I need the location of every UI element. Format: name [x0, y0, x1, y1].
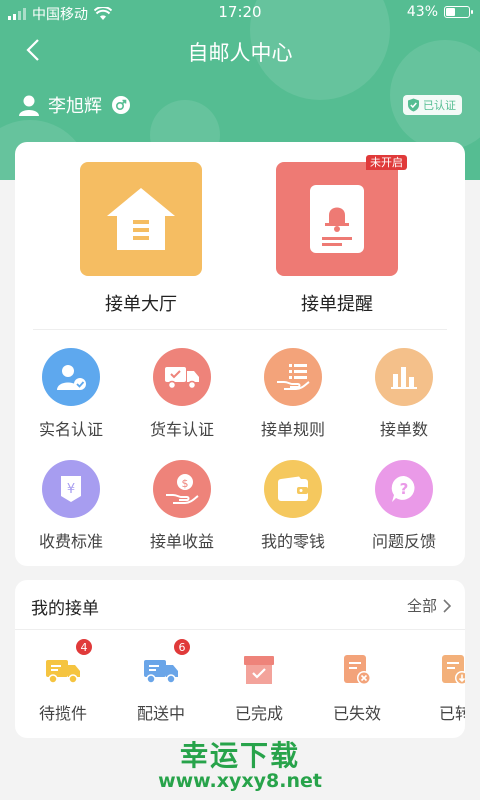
pending-pickup-count: 4: [75, 638, 93, 656]
watermark-title: 幸运下载: [179, 739, 300, 772]
truck-icon: [153, 348, 211, 406]
order-reminder-label: 接单提醒: [301, 294, 373, 315]
chevron-right-icon: [443, 598, 451, 613]
grid-label: 问题反馈: [371, 532, 436, 551]
truck-verify-button[interactable]: 货车认证: [132, 348, 232, 440]
svg-text:¥: ¥: [67, 482, 75, 497]
svg-text:$: $: [182, 477, 189, 490]
bell-document-icon: 未开启: [276, 155, 407, 276]
id-card-icon: [42, 348, 100, 406]
order-status-pending-pickup[interactable]: 4 待揽件: [18, 638, 108, 724]
divider: [33, 329, 447, 330]
real-name-verify-button[interactable]: 实名认证: [21, 348, 121, 440]
view-all-orders-link[interactable]: 全部: [407, 595, 451, 616]
order-status-label: 待揽件: [38, 704, 87, 723]
box-done-icon: [239, 650, 279, 690]
grid-label: 货车认证: [149, 420, 214, 439]
bar-chart-icon: [375, 348, 433, 406]
user-info: 李旭辉 已认证: [18, 90, 462, 120]
grid-label: 接单规则: [260, 420, 325, 439]
verified-text: 已认证: [423, 99, 456, 112]
delivering-count: 6: [173, 638, 191, 656]
user-avatar-icon: [19, 95, 39, 116]
grid-label: 收费标准: [38, 532, 103, 551]
status-bar: 中国移动 17:20 43%: [0, 0, 480, 26]
order-hall-label: 接单大厅: [105, 294, 177, 315]
grid-label: 接单收益: [149, 532, 214, 551]
battery-percent: 43%: [406, 4, 438, 20]
view-all-label: 全部: [406, 597, 437, 615]
male-icon: [112, 96, 130, 114]
order-status-transferred[interactable]: 已转: [410, 642, 465, 724]
my-change-button[interactable]: 我的零钱: [243, 460, 343, 552]
order-status-label: 已完成: [234, 704, 283, 723]
order-reminder-button[interactable]: 未开启 接单提醒: [257, 155, 417, 316]
order-status-label: 已失效: [332, 704, 381, 723]
user-name: 李旭辉: [48, 96, 102, 117]
order-income-button[interactable]: $ 接单收益: [132, 460, 232, 552]
order-rules-button[interactable]: 接单规则: [243, 348, 343, 440]
main-menu-card: 接单大厅 未开启 接单提醒 实名认证 货车认证 接单规则 接单数 ¥ 收费标准 …: [15, 142, 465, 566]
delivery-truck-icon: 6: [141, 638, 191, 690]
grid-label: 实名认证: [38, 420, 103, 439]
nav-bar: 自邮人中心: [0, 26, 480, 76]
page-title: 自邮人中心: [187, 41, 293, 65]
feedback-button[interactable]: ? 问题反馈: [354, 460, 454, 552]
money-hand-icon: $: [153, 460, 211, 518]
order-hall-button[interactable]: 接单大厅: [61, 162, 221, 316]
house-icon: [80, 162, 202, 276]
orders-header: 我的接单 全部: [15, 580, 465, 630]
svg-text:?: ?: [400, 480, 409, 498]
battery-icon: [444, 6, 473, 18]
yen-icon: ¥: [42, 460, 100, 518]
order-status-label: 已转: [438, 704, 465, 723]
order-status-delivering[interactable]: 6 配送中: [116, 638, 206, 724]
my-orders-card: 我的接单 全部 4 待揽件 6 配送中 已完成 已失效 已转: [15, 580, 465, 738]
question-icon: ?: [375, 460, 433, 518]
shield-check-icon: [408, 98, 419, 112]
fee-standard-button[interactable]: ¥ 收费标准: [21, 460, 121, 552]
reminder-status-tag: 未开启: [366, 155, 407, 170]
verified-badge: 已认证: [403, 95, 462, 115]
rules-hand-icon: [264, 348, 322, 406]
grid-label: 我的零钱: [260, 532, 325, 551]
grid-label: 接单数: [379, 420, 428, 439]
doc-transfer-icon: [435, 650, 465, 690]
wallet-icon: [264, 460, 322, 518]
doc-expired-icon: [337, 650, 377, 690]
order-status-completed[interactable]: 已完成: [214, 642, 304, 724]
pickup-truck-icon: 4: [43, 638, 93, 690]
watermark-url: www.xyxy8.net: [158, 770, 322, 792]
order-status-expired[interactable]: 已失效: [312, 642, 402, 724]
orders-title: 我的接单: [31, 599, 99, 619]
order-status-label: 配送中: [136, 704, 185, 723]
order-count-button[interactable]: 接单数: [354, 348, 454, 440]
